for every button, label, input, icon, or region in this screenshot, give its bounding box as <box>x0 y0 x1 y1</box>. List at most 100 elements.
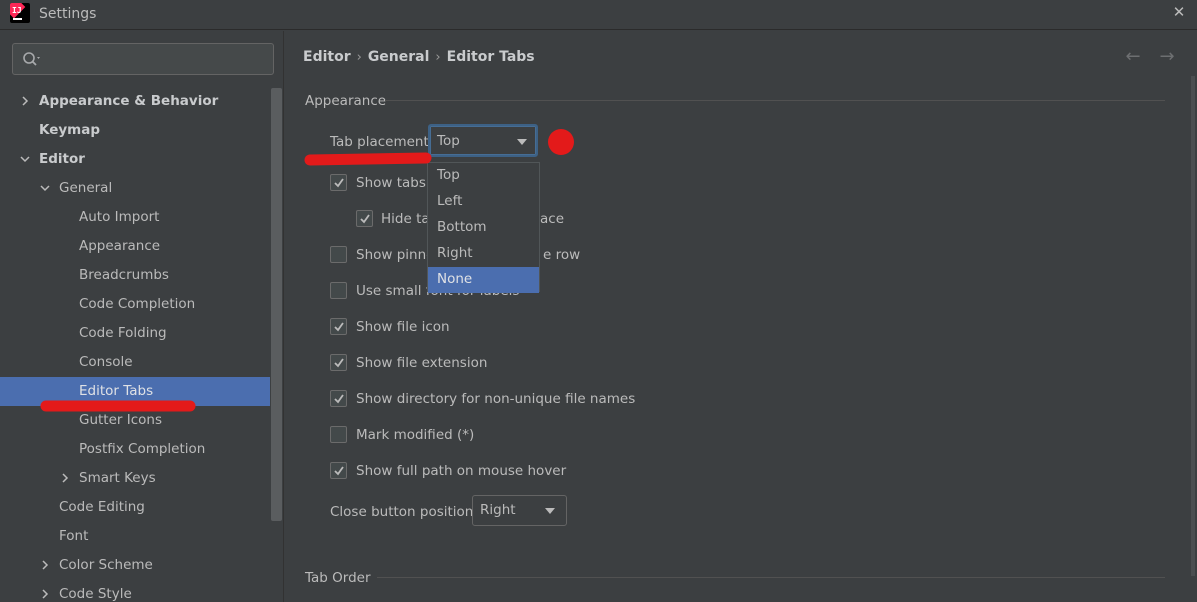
breadcrumb-separator-icon: › <box>435 50 441 65</box>
tree-item-label: Auto Import <box>79 209 160 225</box>
red-underline-annotation <box>40 400 196 412</box>
chevron-down-icon[interactable] <box>40 183 50 193</box>
tree-item-breadcrumbs[interactable]: Breadcrumbs <box>0 261 270 290</box>
search-icon <box>23 52 40 66</box>
chevron-right-icon[interactable] <box>40 589 50 599</box>
show-full-path-checkbox[interactable] <box>330 462 347 479</box>
tree-item-label: Color Scheme <box>59 557 153 573</box>
tree-item-label: Code Editing <box>59 499 145 515</box>
tab-placement-value: Top <box>437 133 460 149</box>
show-directory-checkbox[interactable] <box>330 390 347 407</box>
title-bar: IJ Settings ✕ <box>0 0 1197 30</box>
search-input[interactable] <box>47 49 267 69</box>
back-arrow-icon[interactable]: ← <box>1122 47 1144 69</box>
tree-item-code-folding[interactable]: Code Folding <box>0 319 270 348</box>
show-file-icon-label: Show file icon <box>356 319 450 335</box>
mark-modified-checkbox[interactable] <box>330 426 347 443</box>
tree-item-code-completion[interactable]: Code Completion <box>0 290 270 319</box>
settings-content: Editor › General › Editor Tabs ← → Appearanc… <box>285 31 1197 602</box>
window-title: Settings <box>39 6 97 22</box>
breadcrumb: Editor › General › Editor Tabs <box>303 49 535 69</box>
tab-placement-dropdown: Top Left Bottom Right None <box>427 162 540 293</box>
chevron-right-icon[interactable] <box>60 473 70 483</box>
dropdown-option-none[interactable]: None <box>428 267 539 293</box>
tree-item-label: Appearance & Behavior <box>39 93 219 109</box>
dropdown-option-label: Bottom <box>437 219 487 235</box>
tab-placement-select[interactable]: Top <box>428 124 538 157</box>
tree-item-label: Code Style <box>59 586 132 602</box>
tree-item-code-style[interactable]: Code Style <box>0 580 270 602</box>
show-file-extension-checkbox[interactable] <box>330 354 347 371</box>
chevron-down-icon[interactable] <box>20 154 30 164</box>
tree-item-label: Code Completion <box>79 296 196 312</box>
content-scrollbar[interactable] <box>1191 76 1195 576</box>
show-pinned-checkbox[interactable] <box>330 246 347 263</box>
show-full-path-label: Show full path on mouse hover <box>356 463 567 479</box>
hide-tabs-checkbox[interactable] <box>356 210 373 227</box>
tree-item-label: Breadcrumbs <box>79 267 169 283</box>
show-directory-label: Show directory for non-unique file names <box>356 391 636 407</box>
tree-item-label: Editor <box>39 151 85 167</box>
close-button-position-value: Right <box>480 502 516 518</box>
tree-item-auto-import[interactable]: Auto Import <box>0 203 270 232</box>
close-button-position-select[interactable]: Right <box>472 495 567 526</box>
chevron-right-icon[interactable] <box>20 96 30 106</box>
tree-item-color-scheme[interactable]: Color Scheme <box>0 551 270 580</box>
small-font-checkbox[interactable] <box>330 282 347 299</box>
tree-item-code-editing[interactable]: Code Editing <box>0 493 270 522</box>
sidebar-scrollbar[interactable] <box>271 88 282 521</box>
breadcrumb-item-current: Editor Tabs <box>446 49 535 65</box>
tree-item-label: Keymap <box>39 122 101 138</box>
tree-item-smart-keys[interactable]: Smart Keys <box>0 464 270 493</box>
show-file-icon-checkbox[interactable] <box>330 318 347 335</box>
dropdown-option-label: Top <box>437 167 460 183</box>
chevron-down-icon <box>517 139 527 145</box>
hide-tabs-label-tail: ace <box>540 211 565 227</box>
dropdown-option-label: Left <box>437 193 463 209</box>
red-underline-annotation <box>304 152 432 166</box>
tree-item-label: Font <box>59 528 89 544</box>
tree-item-label: Code Folding <box>79 325 167 341</box>
dropdown-option-label: None <box>437 271 473 287</box>
hide-tabs-label: Hide ta <box>381 211 430 227</box>
tree-item-label: Smart Keys <box>79 470 156 486</box>
mark-modified-label: Mark modified (*) <box>356 427 475 443</box>
close-button-position-label: Close button position: <box>330 504 478 520</box>
dropdown-option-bottom[interactable]: Bottom <box>428 215 539 241</box>
tree-item-appearance-behavior[interactable]: Appearance & Behavior <box>0 87 270 116</box>
app-logo-icon: IJ <box>10 3 30 23</box>
dropdown-option-top[interactable]: Top <box>428 163 539 189</box>
section-divider <box>377 577 1165 578</box>
dropdown-option-right[interactable]: Right <box>428 241 539 267</box>
red-dot-annotation <box>548 129 574 155</box>
show-tabs-checkbox[interactable] <box>330 174 347 191</box>
section-title-tab-order: Tab Order <box>305 570 371 586</box>
tree-item-keymap[interactable]: Keymap <box>0 116 270 145</box>
tree-item-general[interactable]: General <box>0 174 270 203</box>
tree-item-console[interactable]: Console <box>0 348 270 377</box>
breadcrumb-item[interactable]: Editor <box>303 49 351 65</box>
chevron-right-icon[interactable] <box>40 560 50 570</box>
close-icon[interactable]: ✕ <box>1168 2 1190 24</box>
tree-item-editor[interactable]: Editor <box>0 145 270 174</box>
settings-tree: Appearance & Behavior Keymap Editor Gene… <box>0 87 270 602</box>
tree-item-label: Appearance <box>79 238 161 254</box>
breadcrumb-item[interactable]: General <box>368 49 430 65</box>
show-pinned-label-tail: e row <box>543 247 581 263</box>
show-pinned-label: Show pinne <box>356 247 435 263</box>
forward-arrow-icon[interactable]: → <box>1156 47 1178 69</box>
section-title-appearance: Appearance <box>305 93 387 109</box>
show-tabs-label: Show tabs i <box>356 175 434 191</box>
tree-item-label: Console <box>79 354 133 370</box>
search-box[interactable] <box>12 43 274 75</box>
chevron-down-icon <box>545 508 555 514</box>
show-file-extension-label: Show file extension <box>356 355 488 371</box>
tree-item-label: Postfix Completion <box>79 441 206 457</box>
tree-item-label: General <box>59 180 113 196</box>
tree-item-appearance[interactable]: Appearance <box>0 232 270 261</box>
dropdown-option-left[interactable]: Left <box>428 189 539 215</box>
tree-item-font[interactable]: Font <box>0 522 270 551</box>
section-divider <box>385 100 1165 101</box>
breadcrumb-separator-icon: › <box>356 50 362 65</box>
tree-item-postfix-completion[interactable]: Postfix Completion <box>0 435 270 464</box>
